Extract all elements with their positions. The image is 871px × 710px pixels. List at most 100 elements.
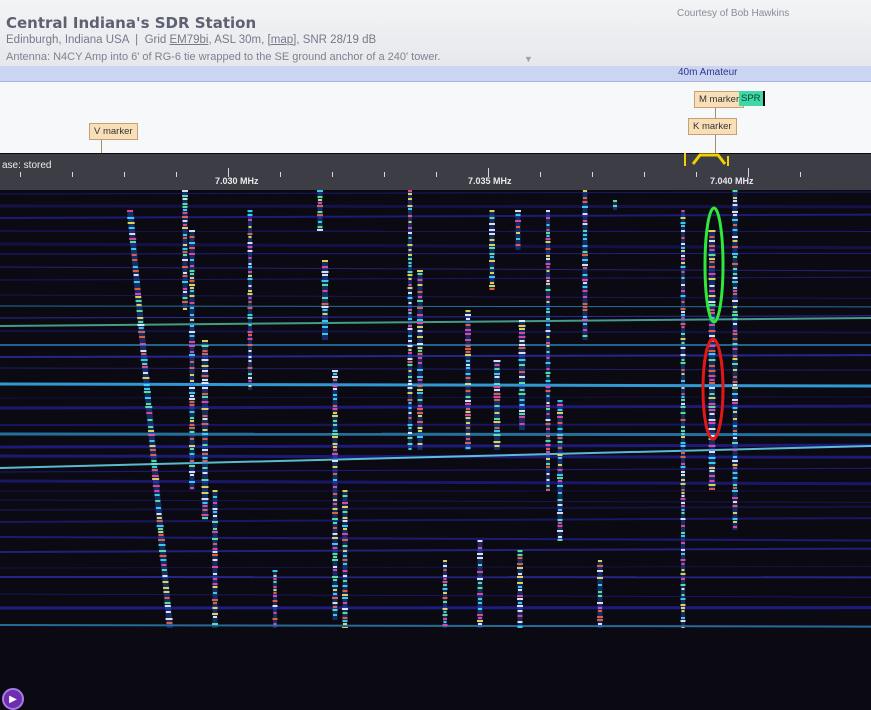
signal-dash bbox=[418, 330, 423, 332]
signal-dash bbox=[518, 621, 523, 623]
signal-dash bbox=[183, 308, 187, 310]
signal-dash bbox=[409, 417, 412, 419]
signal-dash bbox=[489, 285, 495, 287]
signal-dash bbox=[710, 309, 715, 311]
signal-dash bbox=[546, 263, 551, 265]
signal-dash bbox=[733, 306, 737, 308]
signal-dash bbox=[213, 607, 218, 609]
signal-dash bbox=[189, 242, 195, 244]
signal-dash bbox=[583, 296, 587, 298]
signal-dash bbox=[138, 321, 143, 323]
signal-dash bbox=[418, 430, 422, 432]
signal-dash bbox=[157, 520, 163, 522]
signal-dash bbox=[190, 361, 194, 363]
signal-dash bbox=[408, 208, 412, 210]
signal-dash bbox=[333, 614, 337, 616]
signal-dash bbox=[418, 405, 422, 407]
signal-dash bbox=[489, 244, 495, 246]
signal-dash bbox=[557, 416, 563, 418]
signal-dash bbox=[558, 447, 562, 449]
m-marker[interactable]: M marker bbox=[694, 91, 744, 108]
signal-dash bbox=[733, 204, 738, 206]
signal-dash bbox=[598, 623, 602, 625]
band-bar[interactable]: 40m Amateur bbox=[0, 66, 871, 82]
chevron-down-icon[interactable]: ▼ bbox=[524, 54, 533, 64]
signal-dash bbox=[519, 344, 525, 346]
signal-dash bbox=[546, 289, 551, 291]
signal-dash bbox=[343, 602, 347, 604]
signal-dash bbox=[546, 318, 550, 320]
signal-dash bbox=[166, 611, 171, 613]
signal-dash bbox=[183, 297, 188, 299]
map-link[interactable]: [map] bbox=[268, 34, 297, 46]
signal-dash bbox=[408, 215, 412, 217]
signal-dash bbox=[212, 538, 218, 540]
scale-tick bbox=[592, 172, 593, 177]
signal-dash bbox=[189, 345, 195, 347]
signal-dash bbox=[343, 520, 348, 522]
signal-dash bbox=[133, 266, 138, 268]
signal-dash bbox=[495, 364, 500, 366]
signal-dash bbox=[466, 364, 470, 366]
k-marker[interactable]: K marker bbox=[688, 118, 737, 135]
signal-dash bbox=[333, 609, 338, 611]
signal-dash bbox=[489, 229, 495, 231]
signal-dash bbox=[519, 393, 526, 395]
signal-dash bbox=[478, 547, 482, 549]
signal-dash bbox=[546, 372, 551, 374]
signal-dash bbox=[202, 453, 208, 455]
signal-dash bbox=[466, 310, 471, 312]
signal-dash bbox=[183, 198, 188, 200]
signal-dash bbox=[203, 509, 208, 511]
signal-dash bbox=[681, 584, 686, 586]
signal-dash bbox=[183, 254, 187, 256]
signal-dash bbox=[681, 532, 685, 534]
signal-dash bbox=[732, 387, 738, 389]
signal-dash bbox=[213, 559, 218, 561]
signal-dash bbox=[151, 460, 156, 462]
signal-dash bbox=[681, 620, 686, 622]
spr-marker[interactable]: SPR bbox=[739, 91, 765, 106]
frequency-scale[interactable]: ase: stored 7.030 MHz 7.035 MHz 7.040 MH… bbox=[0, 154, 871, 190]
noise-band bbox=[0, 316, 871, 318]
v-marker[interactable]: V marker bbox=[89, 123, 138, 140]
signal-dash bbox=[682, 369, 685, 371]
signal-dash bbox=[409, 370, 412, 372]
signal-dash bbox=[343, 550, 347, 552]
signal-dash bbox=[466, 438, 470, 440]
waterfall-display[interactable]: ▶ bbox=[0, 190, 871, 628]
signal-dash bbox=[190, 474, 194, 476]
signal-dash bbox=[517, 576, 523, 578]
signal-dash bbox=[409, 402, 412, 404]
signal-dash bbox=[490, 288, 495, 290]
noise-band bbox=[0, 277, 871, 280]
signal-dash bbox=[583, 190, 587, 192]
signal-dash bbox=[465, 333, 471, 335]
signal-dash bbox=[203, 505, 208, 507]
signal-dash bbox=[681, 255, 685, 257]
noise-band bbox=[0, 397, 871, 398]
signal-dash bbox=[273, 618, 278, 620]
signal-dash bbox=[681, 308, 686, 310]
signal-dash bbox=[598, 610, 602, 612]
passband-indicator[interactable] bbox=[683, 152, 733, 168]
signal-dash bbox=[408, 335, 412, 337]
scale-tick bbox=[696, 172, 697, 177]
signal-dash bbox=[494, 418, 500, 420]
play-icon[interactable]: ▶ bbox=[2, 688, 24, 710]
signal-dash bbox=[477, 593, 483, 595]
signal-dash bbox=[249, 356, 252, 358]
grid-link[interactable]: EM79bi bbox=[170, 34, 209, 46]
signal-dash bbox=[546, 342, 550, 344]
signal-dash bbox=[546, 408, 550, 410]
signal-dash bbox=[333, 547, 338, 549]
signal-dash bbox=[709, 419, 716, 421]
signal-dash bbox=[132, 259, 137, 261]
signal-dash bbox=[466, 417, 471, 419]
signal-dash bbox=[443, 597, 448, 599]
signal-dash bbox=[141, 359, 148, 361]
signal-dash bbox=[443, 618, 447, 620]
signal-dash bbox=[518, 586, 522, 588]
signal-dash bbox=[547, 345, 550, 347]
signal-dash bbox=[709, 301, 716, 303]
